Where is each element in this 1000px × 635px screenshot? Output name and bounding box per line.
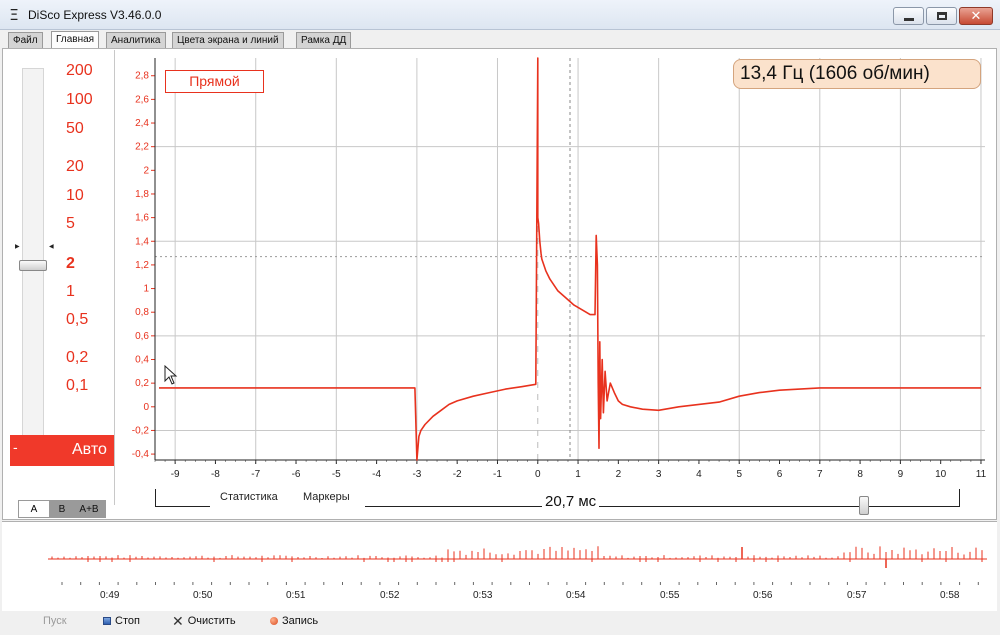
clear-label: Очистить [187, 615, 236, 627]
strip-right-edge [959, 489, 960, 507]
x-tick-label: -3 [412, 469, 421, 480]
mouse-cursor-icon [164, 365, 178, 385]
strip-left-edge [155, 489, 156, 507]
time-range-track [365, 506, 960, 507]
y-tick-label: 1 [143, 284, 149, 295]
stop-button[interactable]: Стоп [103, 615, 140, 627]
y-tick-label: 2,8 [135, 71, 149, 82]
x-tick-label: 1 [575, 469, 581, 480]
recorder-time-label: 0:51 [286, 590, 306, 601]
y-tick-label: 1,4 [135, 236, 149, 247]
y-tick-label: 0 [143, 402, 149, 413]
x-tick-label: 2 [616, 469, 622, 480]
y-tick-label: 1,8 [135, 189, 149, 200]
y-tick-label: 2 [143, 165, 149, 176]
x-tick-label: 9 [898, 469, 904, 480]
recorder-time-label: 0:50 [193, 590, 213, 601]
recorder-time-label: 0:55 [660, 590, 680, 601]
frequency-readout: 13,4 Гц (1606 об/мин) [733, 59, 981, 89]
recorder-time-label: 0:53 [473, 590, 493, 601]
start-label: Пуск [43, 615, 67, 627]
recorder-time-label: 0:54 [566, 590, 586, 601]
y-tick-label: 1,2 [135, 260, 149, 271]
start-button[interactable]: Пуск [43, 615, 67, 627]
recorder-trace [48, 546, 987, 585]
clear-icon: ✕ [172, 613, 184, 629]
x-tick-label: 6 [777, 469, 783, 480]
strip-line-left [155, 506, 210, 507]
recorder-time-label: 0:56 [753, 590, 773, 601]
record-icon [270, 617, 278, 625]
x-tick-label: -9 [171, 469, 180, 480]
x-tick-label: 5 [736, 469, 742, 480]
x-tick-label: -2 [453, 469, 462, 480]
stop-icon [103, 617, 111, 625]
y-tick-label: 0,2 [135, 378, 149, 389]
y-tick-label: 0,6 [135, 331, 149, 342]
x-tick-label: 4 [696, 469, 702, 480]
x-tick-label: 3 [656, 469, 662, 480]
y-tick-label: 0,4 [135, 355, 149, 366]
recorder-timeline[interactable]: 0:49 0:50 0:51 0:52 0:53 0:54 0:55 0:56 … [2, 521, 997, 611]
x-tick-label: 10 [935, 469, 947, 480]
x-tick-label: 11 [976, 469, 987, 480]
x-tick-label: 8 [857, 469, 863, 480]
recorder-time-label: 0:57 [847, 590, 867, 601]
statistics-tab[interactable]: Статистика [220, 491, 278, 503]
recorder-spikes [51, 546, 983, 568]
clear-button[interactable]: ✕ Очистить [172, 613, 236, 629]
y-tick-label: 2,4 [135, 118, 149, 129]
stop-label: Стоп [115, 615, 140, 627]
x-tick-label: -6 [292, 469, 301, 480]
y-tick-label: 2,2 [135, 142, 149, 153]
record-label: Запись [282, 615, 319, 627]
stats-strip: Статистика Маркеры 20,7 мс [155, 489, 960, 515]
x-tick-label: -5 [332, 469, 341, 480]
recorder-ticks [61, 582, 979, 585]
y-tick-label: 0,8 [135, 307, 149, 318]
time-window-label: 20,7 мс [542, 493, 600, 510]
chart-grid [155, 58, 985, 460]
x-tick-label: -8 [211, 469, 220, 480]
recorder-time-label: 0:58 [940, 590, 960, 601]
recorder-time-label: 0:49 [100, 590, 120, 601]
time-window-slider-thumb[interactable] [859, 496, 869, 515]
x-tick-label: 7 [817, 469, 823, 480]
y-tick-label: -0,2 [132, 425, 150, 436]
recorder-time-label: 0:52 [380, 590, 400, 601]
x-tick-label: 0 [535, 469, 541, 480]
x-tick-label: -4 [372, 469, 381, 480]
markers-tab[interactable]: Маркеры [303, 491, 350, 503]
y-tick-label: -0,4 [132, 449, 150, 460]
chart-axes: -9 -8 -7 -6 -5 -4 -3 -2 -1 0 1 2 3 4 5 6 7 8 9 10 11-0,4-0,2… [132, 58, 987, 480]
record-button[interactable]: Запись [270, 615, 318, 627]
recorder-controls: Пуск Стоп ✕ Очистить Запись [0, 612, 1000, 632]
mode-indicator[interactable]: Прямой [165, 70, 264, 93]
y-tick-label: 2,6 [135, 94, 149, 105]
y-tick-label: 1,6 [135, 213, 149, 224]
x-tick-label: -7 [251, 469, 260, 480]
x-tick-label: -1 [493, 469, 502, 480]
